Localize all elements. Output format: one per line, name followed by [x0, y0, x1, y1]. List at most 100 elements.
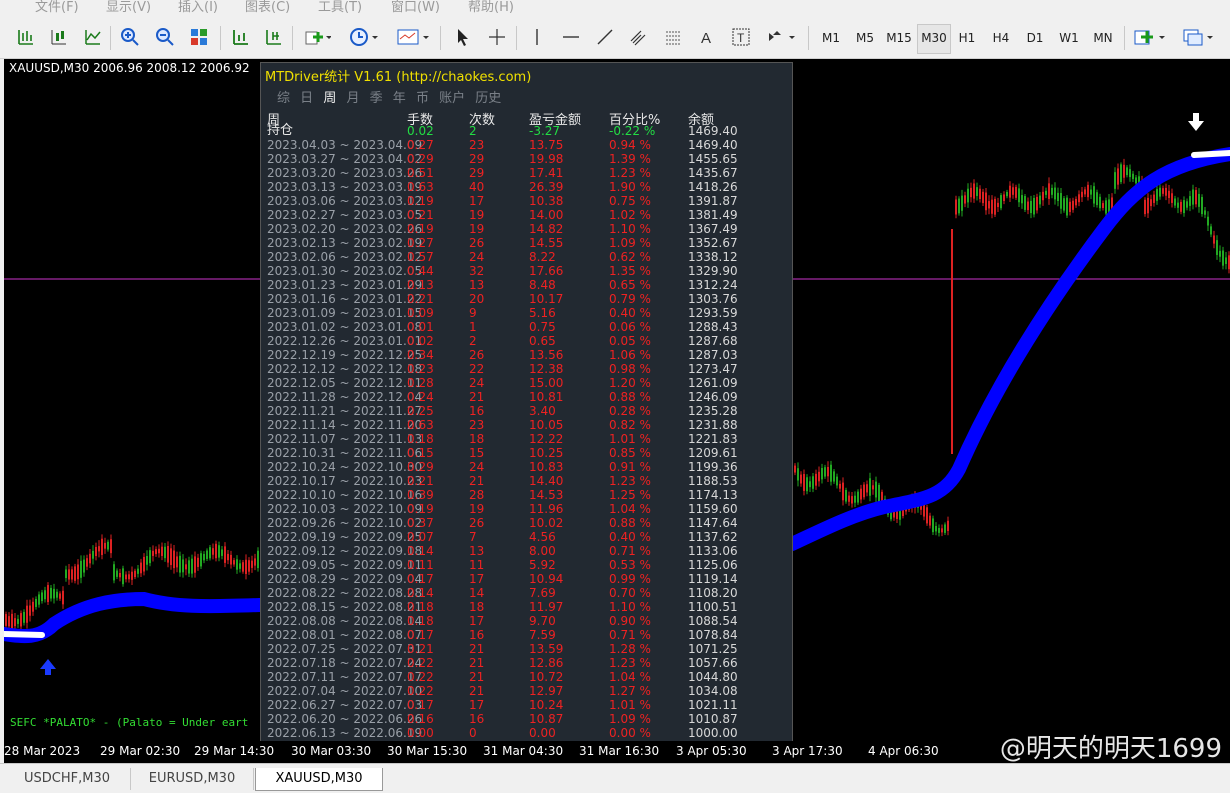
stats-row: 2022.06.20 ~ 2022.06.26 0.16 16 10.87 1.09 %…	[261, 712, 792, 726]
panel-tab-week[interactable]: 周	[323, 87, 336, 106]
candle-body	[848, 495, 850, 502]
stats-cell-count: 19	[469, 502, 485, 516]
stats-cell-pct: 1.09 %	[609, 712, 651, 726]
stats-row: 2022.09.19 ~ 2022.09.25 0.07 7 4.56 0.40 % 11…	[261, 530, 792, 544]
bar-chart-icon[interactable]	[12, 22, 38, 52]
panel-tab-day[interactable]: 日	[300, 87, 313, 106]
vertical-line-icon[interactable]	[524, 22, 550, 52]
candle-body	[973, 183, 975, 199]
timeframe-w1[interactable]: W1	[1053, 24, 1085, 52]
candle-body	[875, 481, 877, 498]
candle-body	[818, 471, 820, 482]
stats-cell-balance: 1010.87	[688, 712, 738, 726]
timeframe-h1[interactable]: H1	[951, 24, 983, 52]
stats-cell-lots: 0.29	[407, 460, 434, 474]
cursor-icon[interactable]	[450, 22, 476, 52]
candle-body	[206, 550, 208, 559]
candle-body	[1006, 191, 1008, 197]
zoom-out-icon[interactable]	[152, 22, 178, 52]
menu-file[interactable]: 文件(F)	[35, 0, 79, 18]
candle-body	[194, 556, 196, 573]
stats-cell-week: 2022.11.14 ~ 2022.11.20	[267, 418, 423, 432]
timeframe-mn[interactable]: MN	[1087, 24, 1119, 52]
menu-charts[interactable]: 图表(C)	[245, 0, 290, 18]
menu-view[interactable]: 显示(V)	[106, 0, 151, 18]
profiles-icon[interactable]	[1178, 22, 1218, 52]
timeframe-m15[interactable]: M15	[883, 24, 915, 52]
candle-body	[797, 468, 799, 481]
candle-body	[44, 590, 46, 600]
stats-cell-pct: 1.23 %	[609, 166, 651, 180]
tab-xauusd[interactable]: XAUUSD,M30	[255, 768, 383, 791]
stats-cell-lots: 0.39	[407, 488, 434, 502]
stats-row: 2023.03.27 ~ 2023.04.02 0.29 29 19.98 1.39 %…	[261, 152, 792, 166]
candle-body	[1225, 257, 1227, 264]
price-chart[interactable]: XAUUSD,M30 2006.96 2008.12 2006.92 SEFC …	[4, 59, 1230, 741]
indicators-icon[interactable]	[300, 22, 334, 52]
menu-insert[interactable]: 插入(I)	[178, 0, 218, 18]
timeframe-m5[interactable]: M5	[849, 24, 881, 52]
periodicity-icon[interactable]	[345, 22, 383, 52]
text-label-icon[interactable]: T	[728, 22, 754, 52]
panel-tab-summary[interactable]: 综	[277, 87, 290, 106]
stats-cell-pct: 0.40 %	[609, 306, 651, 320]
panel-tab-currency[interactable]: 币	[416, 87, 429, 106]
candle-body	[239, 563, 241, 569]
arrows-icon[interactable]	[762, 22, 800, 52]
holding-lots: 0.02	[407, 124, 434, 138]
stats-row: 2023.02.06 ~ 2023.02.12 0.57 24 8.22 0.62 % 1…	[261, 250, 792, 264]
timeframe-m1[interactable]: M1	[815, 24, 847, 52]
stats-cell-week: 2022.07.04 ~ 2022.07.10	[267, 684, 423, 698]
line-chart-icon[interactable]	[79, 22, 105, 52]
fibonacci-icon[interactable]	[660, 22, 686, 52]
timeframe-h4[interactable]: H4	[985, 24, 1017, 52]
tile-windows-icon[interactable]	[186, 22, 212, 52]
stats-cell-pct: 1.04 %	[609, 502, 651, 516]
new-chart-icon[interactable]	[1130, 22, 1170, 52]
horizontal-line-icon[interactable]	[558, 22, 584, 52]
tab-usdchf[interactable]: USDCHF,M30	[4, 768, 131, 790]
timeframe-d1[interactable]: D1	[1019, 24, 1051, 52]
chart-shift-icon[interactable]	[260, 22, 286, 52]
stats-cell-pct: 0.62 %	[609, 250, 651, 264]
candle-body	[230, 554, 232, 565]
crosshair-icon[interactable]	[484, 22, 510, 52]
candle-body	[1213, 235, 1215, 244]
menu-tools[interactable]: 工具(T)	[318, 0, 362, 18]
panel-tab-history[interactable]: 历史	[475, 87, 501, 106]
stats-row: 2023.01.02 ~ 2023.01.08 0.01 1 0.75 0.06 % 12…	[261, 320, 792, 334]
stats-cell-pl: 17.66	[529, 264, 564, 278]
tab-eurusd[interactable]: EURUSD,M30	[131, 768, 254, 790]
stats-cell-pct: 0.85 %	[609, 446, 651, 460]
panel-tab-month[interactable]: 月	[346, 87, 359, 106]
stats-row: 2022.08.08 ~ 2022.08.14 0.18 17 9.70 0.90 % 1…	[261, 614, 792, 628]
templates-icon[interactable]	[393, 22, 433, 52]
candle-body	[47, 585, 49, 603]
stats-cell-week: 2023.03.06 ~ 2023.03.12	[267, 194, 423, 208]
candle-body	[938, 527, 940, 533]
menu-help[interactable]: 帮助(H)	[468, 0, 514, 18]
stats-cell-balance: 1231.88	[688, 418, 738, 432]
equidistant-channel-icon[interactable]	[626, 22, 652, 52]
panel-tab-quarter[interactable]: 季	[370, 87, 383, 106]
stats-cell-week: 2023.01.02 ~ 2023.01.08	[267, 320, 423, 334]
stats-cell-pct: 0.91 %	[609, 460, 651, 474]
stats-cell-pl: 11.96	[529, 502, 564, 516]
menu-window[interactable]: 窗口(W)	[391, 0, 440, 18]
panel-tab-account[interactable]: 账户	[439, 87, 465, 106]
candlestick-icon[interactable]	[45, 22, 71, 52]
stats-cell-count: 23	[469, 418, 485, 432]
stats-cell-balance: 1044.80	[688, 670, 738, 684]
stats-cell-lots: 0.37	[407, 516, 434, 530]
candle-body	[1195, 190, 1197, 205]
panel-tab-year[interactable]: 年	[393, 87, 406, 106]
timeframe-m30[interactable]: M30	[917, 24, 951, 54]
stats-cell-week: 2022.11.21 ~ 2022.11.27	[267, 404, 423, 418]
text-icon[interactable]: A	[694, 22, 720, 52]
zoom-in-icon[interactable]	[117, 22, 143, 52]
trendline-icon[interactable]	[592, 22, 618, 52]
stats-row: 2022.12.26 ~ 2023.01.01 0.02 2 0.65 0.05 % 12…	[261, 334, 792, 348]
autoscroll-icon[interactable]	[227, 22, 253, 52]
stats-cell-pct: 0.53 %	[609, 558, 651, 572]
stats-cell-count: 32	[469, 264, 485, 278]
